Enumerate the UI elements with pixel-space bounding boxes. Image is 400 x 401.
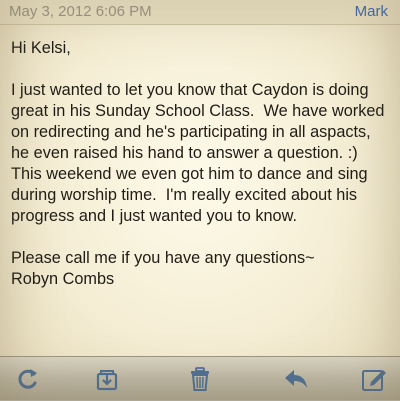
greeting: Hi Kelsi, <box>11 39 71 57</box>
compose-icon <box>362 370 386 391</box>
move-button[interactable] <box>91 363 123 395</box>
compose-button[interactable] <box>358 363 390 395</box>
paragraph-1: I just wanted to let you know that Caydo… <box>11 81 389 162</box>
paragraph-2: This weekend we even got him to dance an… <box>11 165 373 225</box>
sender-link[interactable]: Mark <box>355 3 388 20</box>
refresh-button[interactable] <box>12 363 44 395</box>
reply-button[interactable] <box>280 363 312 395</box>
closing-line: Please call me if you have any questions… <box>11 249 315 267</box>
trash-icon <box>191 367 209 391</box>
reply-icon <box>285 370 307 388</box>
move-to-folder-icon <box>96 370 118 391</box>
email-view: May 3, 2012 6:06 PM Mark Hi Kelsi, I jus… <box>0 0 400 401</box>
signature: Robyn Combs <box>11 270 115 288</box>
delete-button[interactable] <box>184 363 216 395</box>
message-date: May 3, 2012 6:06 PM <box>9 3 152 20</box>
message-body: Hi Kelsi, I just wanted to let you know … <box>11 38 393 290</box>
refresh-icon <box>18 369 37 389</box>
message-header: May 3, 2012 6:06 PM Mark <box>0 0 400 25</box>
bottom-toolbar <box>0 356 400 401</box>
